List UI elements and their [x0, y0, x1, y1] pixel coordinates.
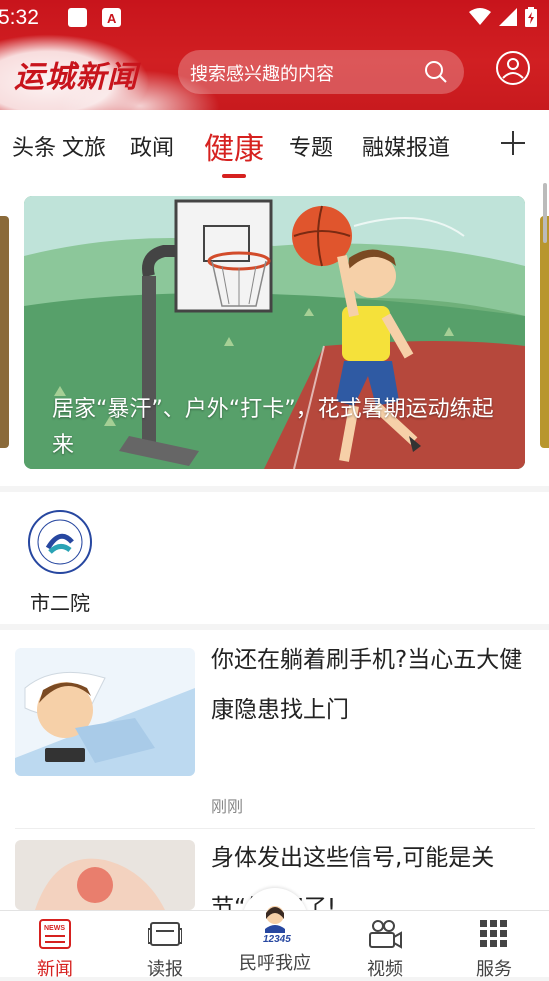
banner-caption: 居家“暴汗”、户外“打卡”，花式暑期运动练起来 — [52, 397, 494, 458]
svg-text:A: A — [107, 11, 117, 26]
app-header: 5:32 A 运城新闻 搜索感兴趣的内容 — [0, 0, 549, 110]
tab-media-reports[interactable]: 融媒报道 — [362, 130, 450, 162]
active-tab-indicator — [222, 174, 246, 178]
nav-video[interactable]: 视频 — [345, 919, 425, 981]
news-time: 刚刚 — [211, 797, 244, 816]
video-icon — [369, 920, 402, 949]
battery-icon — [525, 7, 537, 27]
signal-icon — [499, 8, 517, 26]
user-avatar-icon[interactable] — [495, 50, 531, 86]
tab-politics[interactable]: 政闻 — [130, 130, 174, 162]
hospital-logo-icon[interactable] — [28, 510, 92, 574]
channel-row: 市二院 — [0, 492, 549, 624]
grid-icon — [480, 920, 507, 947]
nav-newspaper[interactable]: 读报 — [125, 919, 205, 981]
category-tabs: 头条 文旅 政闻 健康 专题 融媒报道 — [0, 110, 549, 180]
news-thumbnail — [15, 840, 195, 910]
banner-slide[interactable]: 居家“暴汗”、户外“打卡”，花式暑期运动练起来 — [24, 196, 525, 469]
status-bar: 5:32 A — [0, 0, 549, 36]
news-title: 你还在躺着刷手机?当心五大健康隐患找上门 — [211, 647, 523, 723]
divider — [15, 828, 535, 829]
nav-newspaper-label: 读报 — [147, 959, 183, 980]
nav-hotline[interactable]: 12345 民呼我应 — [235, 903, 315, 975]
banner-carousel: 居家“暴汗”、户外“打卡”，花式暑期运动练起来 — [0, 180, 549, 486]
news-icon: NEWS — [39, 919, 71, 949]
tab-headlines[interactable]: 头条 — [12, 130, 56, 162]
news-thumbnail — [15, 648, 195, 776]
nav-news[interactable]: NEWS 新闻 — [15, 919, 95, 981]
status-time: 5:32 — [0, 6, 39, 29]
add-tab-icon[interactable] — [500, 130, 526, 156]
next-slide-peek[interactable] — [540, 216, 549, 448]
search-placeholder: 搜索感兴趣的内容 — [190, 64, 334, 85]
notification-icon — [68, 8, 87, 27]
nav-news-label: 新闻 — [37, 959, 73, 980]
newspaper-icon — [147, 922, 183, 946]
channel-label[interactable]: 市二院 — [30, 587, 90, 616]
hotline-12345-icon: 12345 — [263, 906, 291, 945]
svg-text:12345: 12345 — [263, 934, 291, 943]
svg-text:NEWS: NEWS — [44, 925, 65, 932]
tab-culture-tourism[interactable]: 文旅 — [60, 130, 106, 162]
news-list: 你还在躺着刷手机?当心五大健康隐患找上门 刚刚 身体发出这些信号,可能是关节“生… — [0, 630, 549, 910]
wifi-icon — [469, 8, 491, 25]
search-bar[interactable]: 搜索感兴趣的内容 — [178, 50, 464, 94]
bottom-nav: NEWS 新闻 读报 12345 民呼我应 视频 服务 — [0, 906, 549, 980]
tab-topics[interactable]: 专题 — [289, 130, 333, 162]
scrollbar[interactable] — [543, 183, 547, 243]
notification-a-icon: A — [102, 8, 121, 27]
nav-services-label: 服务 — [476, 959, 512, 980]
nav-video-label: 视频 — [367, 959, 403, 980]
nav-services[interactable]: 服务 — [454, 919, 534, 981]
app-logo: 运城新闻 — [14, 60, 138, 95]
prev-slide-peek[interactable] — [0, 216, 9, 448]
nav-hotline-label: 民呼我应 — [239, 953, 311, 974]
search-icon[interactable] — [424, 60, 448, 84]
tab-health[interactable]: 健康 — [204, 124, 264, 168]
